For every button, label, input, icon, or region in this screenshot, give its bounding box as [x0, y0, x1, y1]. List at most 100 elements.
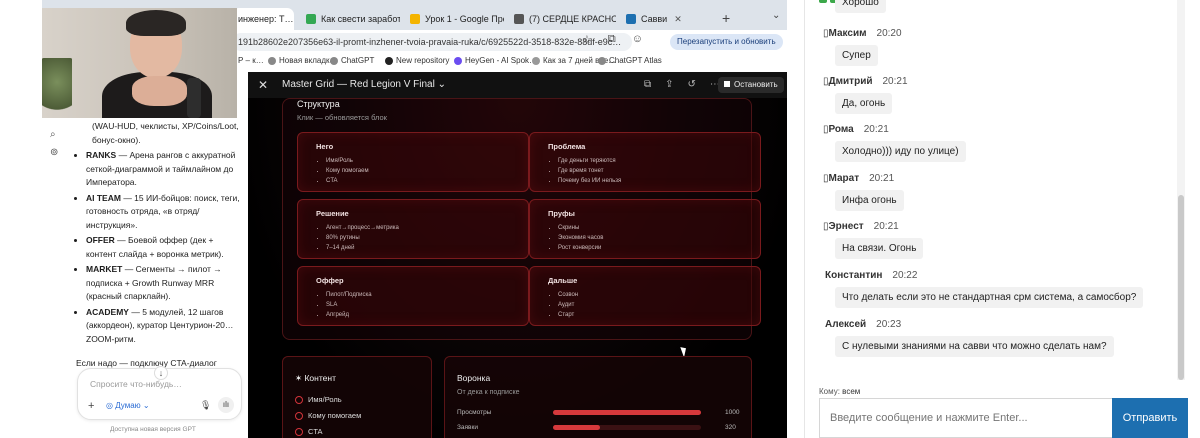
card-proofs[interactable]: Пруфы СкриныЭкономия часовРост конверсии: [529, 199, 761, 259]
bookmark-item[interactable]: ChatGPT: [330, 56, 374, 65]
chat-message-input[interactable]: [819, 398, 1115, 438]
list-bold: ACADEMY: [86, 306, 129, 317]
new-tab-icon[interactable]: +: [722, 10, 730, 26]
message-bubble: Хорошо: [835, 0, 886, 13]
card-problem[interactable]: Проблема Где деньги теряютсяГде время то…: [529, 132, 761, 192]
message-header: ▯Эрнест 20:21: [823, 221, 899, 232]
card-title: Проблема: [548, 142, 586, 151]
list-item: ACADEMY — 5 модулей, 12 шагов (аккордеон…: [86, 306, 246, 347]
panel-title: Структура: [297, 99, 340, 109]
extensions-icon[interactable]: ⧉: [608, 33, 616, 46]
stop-icon: [724, 81, 730, 87]
relaunch-button[interactable]: Перезапустить и обновить: [670, 34, 783, 50]
card-solution[interactable]: Решение Агент→процесс→метрика80% рутины7…: [297, 199, 529, 259]
bookmark-favicon-icon: [532, 56, 540, 65]
card-offer[interactable]: Оффер Пилот/ПодпискаSLAАпгрейд: [297, 266, 529, 326]
card-item: Созвон: [558, 290, 578, 300]
microphone-icon[interactable]: 🎙: [200, 400, 211, 411]
tab-2[interactable]: Как свести заработок… ✕: [300, 8, 400, 30]
sender-name: Дмитрий: [828, 76, 873, 87]
message-bubble: На связи. Огонь: [835, 238, 924, 259]
stop-button[interactable]: Остановить: [718, 77, 784, 93]
webcam-person-cap: [126, 10, 186, 36]
chat-panel: Хорошо ▯Максим 20:20 Супер ▯Дмитрий 20:21 …: [804, 0, 1200, 438]
chat-scrollbar-thumb[interactable]: [1178, 195, 1184, 380]
list-bold: RANKS: [86, 150, 117, 160]
tab-5[interactable]: Савви ✕: [620, 8, 716, 30]
bookmark-item[interactable]: HeyGen - AI Spok…: [454, 56, 537, 65]
content-box-title: ✶ Контент: [295, 373, 336, 383]
copy-icon[interactable]: ⧉: [644, 79, 651, 90]
recipient-label: Кому:: [819, 387, 840, 396]
recipient-value[interactable]: всем: [842, 387, 860, 396]
card-item: 7–14 дней: [326, 243, 399, 253]
webcam-microphone: [187, 78, 201, 118]
composer-placeholder: Спросите что-нибудь…: [90, 379, 182, 389]
card-item: Пилот/Подписка: [326, 290, 372, 300]
card-item: Где деньги теряются: [558, 156, 621, 166]
funnel-row-value: 1000: [725, 409, 740, 416]
share-icon[interactable]: ⇪: [665, 79, 673, 90]
search-icon[interactable]: ⌕: [50, 126, 58, 144]
message-header: ▯Дмитрий 20:21: [823, 76, 908, 87]
card-next[interactable]: Дальше СозвонАудитСтарт: [529, 266, 761, 326]
voice-mode-icon[interactable]: ılı: [218, 397, 234, 413]
tab-label: инженер: Т…: [238, 14, 294, 24]
circle-check-icon: [295, 427, 303, 436]
funnel-bar-track: [553, 410, 701, 415]
url-field[interactable]: 191b28602e207356e63-il-promt-inzhener-tv…: [232, 33, 632, 51]
library-icon[interactable]: ⊚: [50, 144, 58, 162]
list-item: MARKET — Сегменты → пилот → подписка + G…: [86, 263, 246, 304]
card-item: Апгрейд: [326, 310, 372, 320]
gpt-footer: Доступна новая версия GPT: [110, 426, 196, 433]
bookmark-favicon-icon: [268, 56, 276, 65]
funnel-row-value: 320: [725, 424, 736, 431]
bookmark-star-icon[interactable]: ☆: [582, 33, 592, 46]
tab-4[interactable]: (7) СЕРДЦЕ КРАСНОГ… ✕: [508, 8, 616, 30]
card-item: Имя/Роль: [326, 156, 369, 166]
card-item: Почему без ИИ нельзя: [558, 176, 621, 186]
funnel-row: Заявки 320: [457, 424, 741, 431]
message-time: 20:21: [863, 124, 889, 135]
bookmark-label: Р – к…: [238, 56, 264, 65]
content-item[interactable]: Кому помогаем: [295, 411, 361, 420]
message-time: 20:21: [873, 221, 899, 232]
scroll-down-icon[interactable]: ↓: [154, 366, 168, 380]
gpt-tail-text: Если надо — подключу CTA-диалог: [76, 358, 217, 368]
close-tab-icon[interactable]: ✕: [674, 14, 682, 25]
think-mode-button[interactable]: ◎ Думаю ⌄: [106, 401, 150, 410]
funnel-bar-track: [553, 425, 701, 430]
message-time: 20:21: [869, 173, 895, 184]
history-icon[interactable]: ↺: [688, 79, 696, 90]
tab-chatgpt[interactable]: инженер: Т… ✕: [232, 8, 294, 30]
bookmark-item[interactable]: Новая вкладка: [268, 56, 334, 65]
content-title-text: Контент: [304, 373, 336, 383]
bookmark-label: Новая вкладка: [279, 56, 335, 65]
bookmark-item[interactable]: Р – к…: [238, 56, 264, 65]
funnel-subtitle: От дека к подписке: [457, 389, 520, 396]
github-icon: [385, 56, 393, 65]
funnel-bar-fill: [553, 410, 701, 415]
tab-3[interactable]: Урок 1 - Google Презе… ✕: [404, 8, 504, 30]
webcam-plant: [42, 58, 72, 118]
close-icon[interactable]: ✕: [258, 78, 268, 92]
content-item-label: Имя/Роль: [308, 395, 342, 404]
send-button[interactable]: Отправить: [1112, 398, 1188, 438]
card-item: Скрины: [558, 223, 603, 233]
content-item[interactable]: CTA: [295, 427, 322, 436]
card-who[interactable]: Него Имя/РольКому помогаемCTA: [297, 132, 529, 192]
tab-search-chevron-icon[interactable]: ⌄: [772, 10, 780, 21]
bookmark-item[interactable]: ChatGPT Atlas: [598, 56, 662, 65]
card-title: Решение: [316, 209, 349, 218]
content-item[interactable]: Имя/Роль: [295, 395, 342, 404]
viewer-title[interactable]: Master Grid — Red Legion V Final ⌄: [282, 79, 446, 90]
bookmark-item[interactable]: New repository: [385, 56, 449, 65]
viewer-toolbar: ✕ Master Grid — Red Legion V Final ⌄ ⧉ ⇪…: [248, 72, 787, 98]
bookmark-label: ChatGPT: [341, 56, 375, 65]
content-item-label: Кому помогаем: [308, 411, 362, 420]
content-box: ✶ Контент Имя/Роль Кому помогаем CTA: [282, 356, 432, 438]
profile-icon[interactable]: ☺: [632, 33, 643, 46]
plus-icon[interactable]: +: [88, 400, 94, 412]
message-header: ▯Рома 20:21: [823, 124, 889, 135]
funnel-box: Воронка От дека к подписке Просмотры 100…: [444, 356, 752, 438]
